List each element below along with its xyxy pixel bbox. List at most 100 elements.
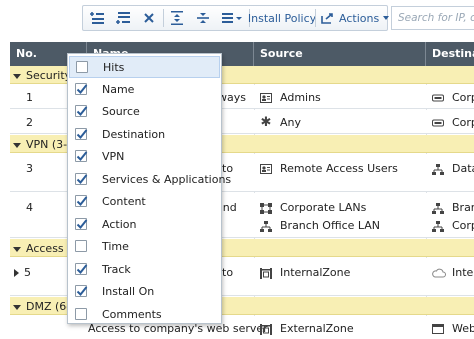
checkbox[interactable]	[75, 217, 88, 230]
source-cell: Corporate LANs	[260, 201, 366, 214]
add-rule-below-icon[interactable]	[111, 6, 135, 30]
checkmark-icon	[76, 218, 88, 229]
collapse-triangle-icon[interactable]	[13, 304, 21, 310]
search-input[interactable]: Search for IP, ob	[391, 6, 474, 30]
checkbox[interactable]	[75, 105, 88, 117]
menu-item-comments[interactable]: Comments	[69, 304, 220, 326]
source-cell: Remote Access Users	[260, 162, 398, 175]
menu-item-name[interactable]: Name	[69, 79, 220, 101]
destination-object: Web	[452, 322, 474, 335]
menu-item-vpn[interactable]: VPN	[69, 146, 220, 168]
network-tree-icon	[260, 221, 272, 232]
collapse-triangle-icon[interactable]	[13, 73, 21, 79]
delete-icon[interactable]	[137, 6, 161, 30]
expand-sections-icon[interactable]	[165, 6, 189, 30]
zone-icon	[260, 268, 272, 279]
checkmark-icon	[76, 151, 88, 161]
collapse-triangle-icon[interactable]	[13, 142, 21, 148]
menu-item-label: Destination	[102, 127, 166, 141]
source-object: Corporate LANs	[280, 201, 367, 214]
network-icon	[432, 93, 444, 103]
network-tree-icon	[432, 164, 444, 175]
network-tree-icon	[432, 203, 444, 214]
menu-item-label: Hits	[103, 61, 125, 74]
actions-icon	[321, 12, 335, 24]
checkbox[interactable]	[75, 127, 88, 140]
column-header-destination[interactable]: Destination	[426, 42, 474, 66]
destination-cell: Corpo	[432, 116, 474, 129]
source-cell: InternalZone	[260, 266, 350, 279]
destination-cell: Bran	[432, 201, 474, 214]
access-role-icon	[260, 164, 272, 174]
checkbox[interactable]	[75, 172, 88, 185]
source-object: Any	[280, 116, 302, 129]
source-cell: ExternalZone	[260, 322, 354, 335]
source-object: InternalZone	[280, 266, 351, 279]
checkbox[interactable]	[76, 61, 88, 73]
column-header-source[interactable]: Source	[254, 42, 426, 66]
menu-item-install-on[interactable]: Install On	[69, 281, 220, 303]
checkbox[interactable]	[75, 82, 88, 95]
checkbox[interactable]	[75, 240, 87, 252]
menu-item-time[interactable]: Time	[69, 236, 220, 258]
rule-number: 3	[26, 162, 33, 175]
menu-item-destination[interactable]: Destination	[69, 124, 220, 146]
checkbox[interactable]	[75, 262, 88, 275]
menu-item-content[interactable]: Content	[69, 191, 220, 213]
access-role-icon	[260, 93, 272, 103]
columns-dropdown-menu: Hits Name Source Destination VPN Service…	[67, 53, 231, 326]
destination-cell: Corpo	[432, 91, 474, 104]
source-cell: ✱ Any	[260, 116, 301, 129]
menu-item-hits[interactable]: Hits	[69, 56, 220, 78]
destination-object: Corpo	[452, 116, 474, 129]
rule-number-cell: 5	[14, 266, 31, 279]
menu-item-label: Time	[102, 240, 129, 253]
collapse-triangle-icon[interactable]	[13, 246, 21, 252]
actions-label: Actions	[339, 11, 380, 25]
checkmark-icon	[76, 173, 88, 184]
checkmark-icon	[76, 128, 88, 139]
rule-number: 2	[26, 116, 33, 129]
menu-item-label: Content	[102, 195, 146, 208]
checkmark-icon	[76, 83, 88, 94]
expand-triangle-icon[interactable]	[14, 269, 19, 277]
checkmark-icon	[76, 196, 88, 206]
checkbox[interactable]	[75, 150, 88, 162]
rule-number: 4	[26, 201, 33, 214]
zone-icon	[260, 324, 272, 335]
collapse-sections-icon[interactable]	[191, 6, 215, 30]
install-policy-button[interactable]: Install Policy	[248, 6, 316, 30]
menu-item-label: Source	[102, 105, 140, 118]
rule-name: to	[222, 266, 234, 279]
menu-item-action[interactable]: Action	[69, 214, 220, 236]
checkbox[interactable]	[75, 195, 88, 207]
add-rule-above-icon[interactable]	[85, 6, 109, 30]
destination-cell: Datac	[432, 162, 474, 175]
checkbox[interactable]	[75, 307, 87, 320]
web-server-icon	[432, 324, 444, 334]
destination-object: Corpo	[452, 219, 474, 232]
checkbox[interactable]	[75, 285, 88, 297]
destination-object: Bran	[452, 201, 474, 214]
menu-item-services-applications[interactable]: Services & Applications	[69, 169, 231, 191]
columns-menu-button[interactable]	[217, 6, 247, 30]
menu-item-label: VPN	[102, 150, 125, 163]
destination-object: Datac	[452, 162, 474, 175]
chevron-down-icon	[383, 16, 390, 20]
checkmark-icon	[76, 286, 88, 296]
checkmark-icon	[76, 106, 88, 116]
network-tree-icon	[432, 221, 444, 232]
menu-item-track[interactable]: Track	[69, 259, 220, 281]
destination-cell: Intern	[432, 266, 474, 279]
source-object: ExternalZone	[280, 322, 354, 335]
rule-number: 1	[26, 91, 33, 104]
actions-button[interactable]: Actions	[317, 6, 390, 30]
source-object: Admins	[280, 91, 321, 104]
section-title: DMZ (6-	[26, 300, 71, 313]
source-cell: Admins	[260, 91, 321, 104]
destination-object: Intern	[452, 266, 474, 279]
menu-item-source[interactable]: Source	[69, 101, 220, 123]
menu-item-label: Action	[102, 217, 137, 231]
toolbar: Install Policy Actions Search for IP, ob	[0, 0, 474, 38]
destination-object: Corpo	[452, 91, 474, 104]
